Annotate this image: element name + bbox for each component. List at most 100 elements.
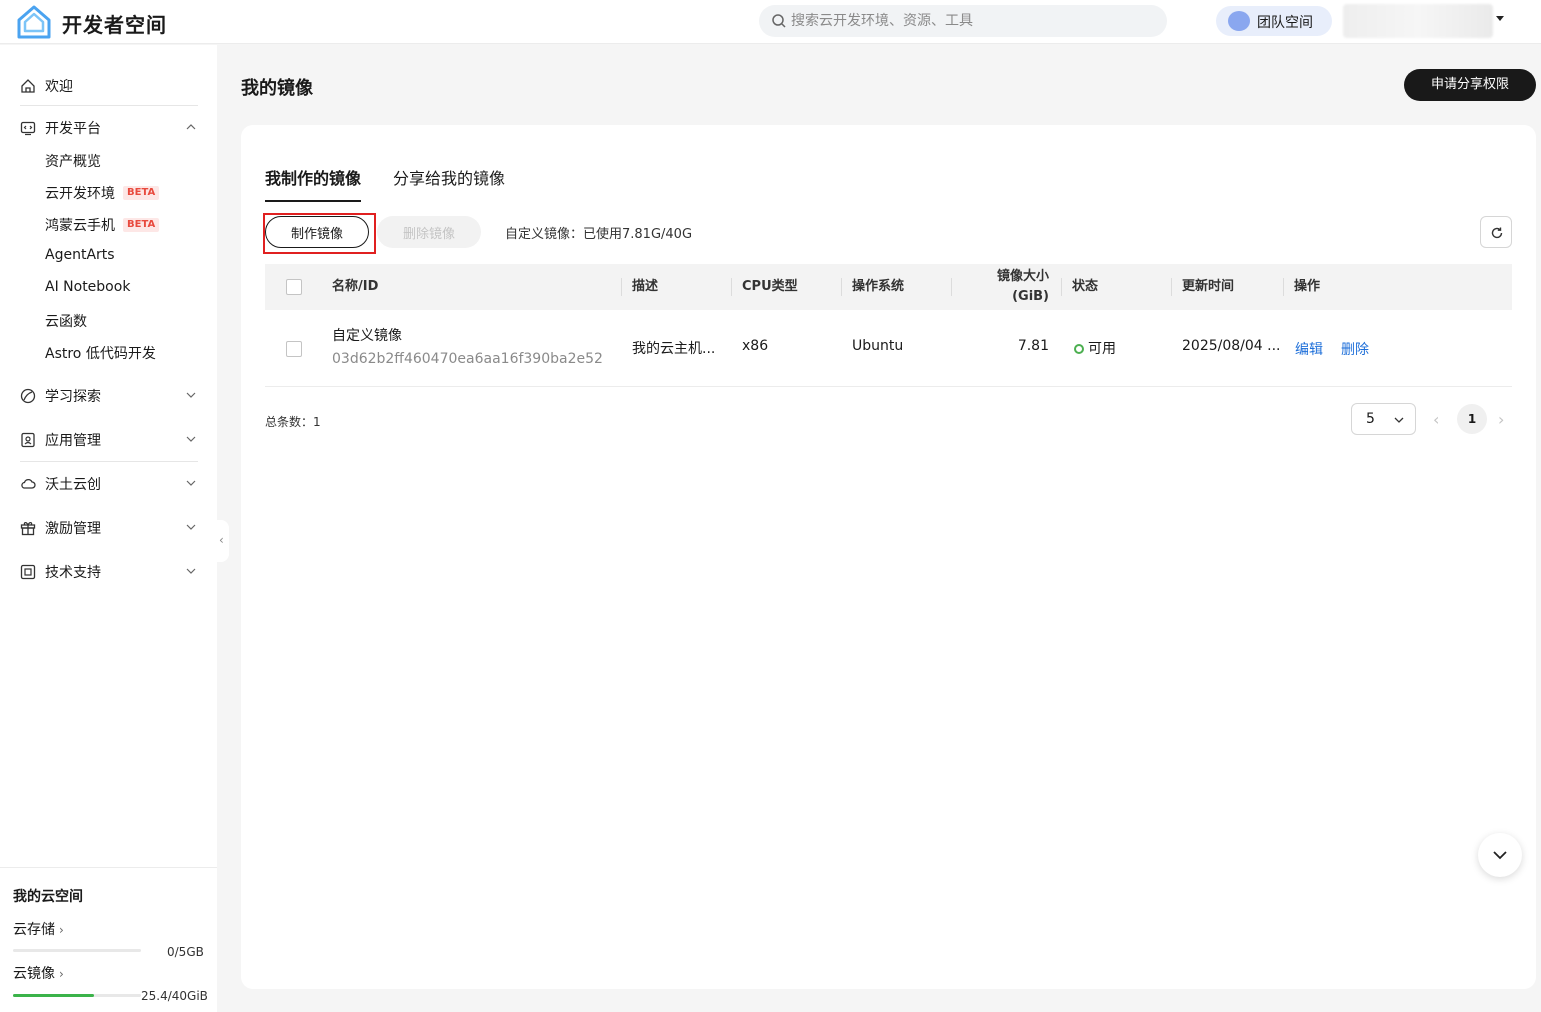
user-account-blurred[interactable]: [1343, 4, 1493, 38]
sidebar-sublabel: AgentArts: [45, 247, 115, 263]
image-updated: 2025/08/04 ...: [1182, 338, 1281, 354]
chevron-left-icon: ‹: [219, 533, 224, 547]
sidebar-item-learn[interactable]: 学习探索: [20, 384, 200, 408]
col-size-line2: (GiB): [1012, 289, 1049, 304]
col-cpu: CPU类型: [742, 279, 798, 294]
search-input[interactable]: [791, 5, 1151, 37]
next-page-button[interactable]: ›: [1498, 410, 1504, 429]
sidebar-sublabel: Astro 低代码开发: [45, 346, 156, 362]
top-header: 开发者空间 团队空间: [0, 0, 1541, 44]
col-separator: [951, 278, 952, 296]
support-icon: [20, 564, 36, 580]
refresh-icon: [1491, 227, 1503, 239]
chevron-down-icon: [186, 480, 196, 486]
sidebar-item-incentive[interactable]: 激励管理: [20, 516, 200, 540]
divider: [20, 461, 198, 462]
row-checkbox[interactable]: [286, 341, 302, 357]
col-size: 镜像大小 (GiB): [965, 267, 1049, 307]
page-size-value: 5: [1366, 411, 1375, 427]
delete-link[interactable]: 删除: [1341, 339, 1369, 359]
image-id: 03d62b2ff460470ea6aa16f390ba2e52: [332, 351, 603, 367]
sidebar-sublabel: 鸿蒙云手机: [45, 218, 115, 234]
team-space-label: 团队空间: [1257, 15, 1313, 31]
sidebar: 欢迎 开发平台 资产概览 云开发环境 BETA 鸿蒙云手机 BETA Agent…: [0, 45, 217, 1012]
beta-badge: BETA: [123, 218, 160, 232]
col-size-line1: 镜像大小: [996, 269, 1049, 284]
cloud-storage-link[interactable]: 云存储 ›: [13, 919, 64, 939]
caret-down-icon[interactable]: [1496, 16, 1504, 21]
search-icon: [772, 14, 786, 28]
tab-my-images[interactable]: 我制作的镜像: [265, 165, 361, 189]
col-separator: [1171, 278, 1172, 296]
cloud-image-link[interactable]: 云镜像 ›: [13, 963, 64, 983]
brand-title[interactable]: 开发者空间: [62, 9, 167, 38]
edit-link[interactable]: 编辑: [1295, 339, 1323, 359]
sidebar-item-agentarts[interactable]: AgentArts: [45, 246, 205, 268]
col-separator: [621, 278, 622, 296]
status-label: 可用: [1088, 341, 1116, 357]
cloud-icon: [21, 478, 36, 489]
sidebar-item-cloud-dev-env[interactable]: 云开发环境 BETA: [45, 182, 205, 204]
beta-badge: BETA: [123, 186, 160, 200]
sidebar-item-app-management[interactable]: 应用管理: [20, 428, 200, 452]
page-size-select[interactable]: 5: [1351, 403, 1416, 435]
refresh-button[interactable]: [1480, 216, 1512, 248]
delete-image-button[interactable]: 删除镜像: [377, 216, 481, 248]
team-icon: [1228, 11, 1250, 31]
page-1-button[interactable]: 1: [1457, 404, 1487, 434]
image-desc: 我的云主机...: [632, 341, 716, 357]
chevron-down-icon: [1493, 851, 1507, 860]
code-window-icon: [20, 121, 36, 136]
chevron-up-icon: [186, 124, 196, 130]
cloud-storage-label: 云存储: [13, 922, 55, 938]
table-row: 自定义镜像 03d62b2ff460470ea6aa16f390ba2e52 我…: [265, 311, 1512, 387]
sidebar-label: 技术支持: [45, 565, 101, 581]
global-search[interactable]: [759, 5, 1167, 37]
sidebar-item-wotu[interactable]: 沃土云创: [20, 472, 200, 496]
sidebar-sublabel: 云开发环境: [45, 186, 115, 202]
chevron-down-icon: [1394, 417, 1404, 423]
col-separator: [731, 278, 732, 296]
chevron-right-icon: ›: [59, 967, 64, 981]
sidebar-item-support[interactable]: 技术支持: [20, 560, 200, 584]
col-separator: [841, 278, 842, 296]
cloud-image-progress: [13, 994, 141, 997]
house-logo-icon[interactable]: [16, 5, 52, 39]
col-separator: [1061, 278, 1062, 296]
sidebar-sublabel: 资产概览: [45, 154, 101, 170]
team-space-button[interactable]: 团队空间: [1216, 6, 1332, 36]
sidebar-label: 应用管理: [45, 433, 101, 449]
sidebar-item-ai-notebook[interactable]: AI Notebook: [45, 278, 205, 300]
page-title: 我的镜像: [241, 78, 313, 99]
image-name[interactable]: 自定义镜像: [332, 325, 402, 345]
sidebar-item-asset-overview[interactable]: 资产概览: [45, 150, 205, 172]
sidebar-item-cloud-function[interactable]: 云函数: [45, 310, 205, 332]
col-actions: 操作: [1294, 279, 1321, 294]
prev-page-button[interactable]: ‹: [1433, 410, 1439, 429]
my-cloud-space-panel: 我的云空间 云存储 › 0/5GB 云镜像 › 25.4/40GiB: [0, 867, 217, 1012]
select-all-checkbox[interactable]: [286, 279, 302, 295]
scroll-down-button[interactable]: [1478, 833, 1522, 877]
cloud-storage-progress: [13, 949, 141, 952]
col-desc: 描述: [632, 279, 659, 294]
status-ok-icon: [1074, 344, 1084, 354]
sidebar-item-astro-lowcode[interactable]: Astro 低代码开发: [45, 342, 205, 364]
sidebar-item-welcome[interactable]: 欢迎: [20, 74, 200, 98]
active-tab-indicator: [265, 200, 361, 202]
make-image-button[interactable]: 制作镜像: [265, 216, 369, 248]
sidebar-item-harmony-cloud-phone[interactable]: 鸿蒙云手机 BETA: [45, 214, 205, 236]
sidebar-sublabel: AI Notebook: [45, 279, 131, 295]
my-cloud-space-title: 我的云空间: [13, 889, 83, 905]
chevron-down-icon: [186, 392, 196, 398]
sidebar-collapse-toggle[interactable]: ‹: [217, 520, 229, 562]
chevron-down-icon: [186, 436, 196, 442]
sidebar-item-dev-platform[interactable]: 开发平台: [20, 116, 200, 140]
col-updated: 更新时间: [1182, 279, 1235, 294]
apply-share-permission-button[interactable]: 申请分享权限: [1404, 69, 1536, 101]
chevron-down-icon: [186, 568, 196, 574]
sidebar-sublabel: 云函数: [45, 314, 87, 330]
col-name: 名称/ID: [332, 279, 379, 294]
image-cpu: x86: [742, 338, 769, 354]
total-count: 总条数：1: [265, 415, 321, 429]
tab-shared-images[interactable]: 分享给我的镜像: [393, 165, 505, 189]
